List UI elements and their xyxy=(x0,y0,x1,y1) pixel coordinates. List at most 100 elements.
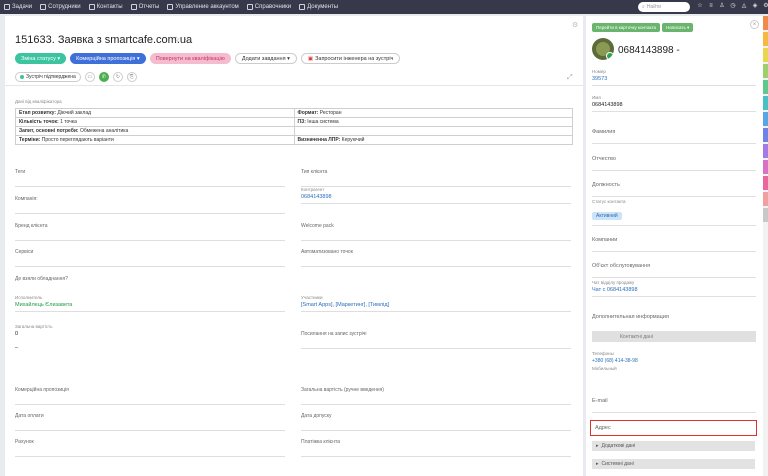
company-field[interactable]: Компанія: xyxy=(15,192,285,214)
extra-data-section[interactable]: ▸ Додаткові дані xyxy=(592,441,755,451)
add-task-button[interactable]: Додати завдання ▾ xyxy=(234,53,297,64)
settings-icon[interactable]: ⚙ xyxy=(763,2,768,10)
phone-icon[interactable]: ✆ xyxy=(98,72,109,82)
nav-item-3[interactable]: Отчеты xyxy=(127,4,164,10)
gear-icon[interactable]: ⚙ xyxy=(572,21,578,29)
position-label: Должность xyxy=(592,182,620,188)
open-contact-card-button[interactable]: Перейти в карточку контакта xyxy=(592,23,661,32)
color-tab-8[interactable] xyxy=(763,144,768,158)
comment-icon[interactable]: ▭ xyxy=(84,72,95,82)
equipment-field[interactable]: Де взяли обладнання? xyxy=(15,272,285,282)
color-tab-6[interactable] xyxy=(763,112,768,126)
tags-field[interactable]: Теги xyxy=(15,165,285,187)
address-label: Адрес xyxy=(595,425,611,431)
total-manual-field[interactable]: Загальна вартість (ручне введення) xyxy=(301,383,571,405)
search-box[interactable]: ⌕ Найти xyxy=(638,2,690,12)
telephone-field: Телефоны +380 (68) 414-38-98 Мобильный xyxy=(592,351,756,371)
color-tab-3[interactable] xyxy=(763,64,768,78)
nav-item-label: Справочники xyxy=(254,4,292,10)
color-tab-5[interactable] xyxy=(763,96,768,110)
service-object-field[interactable]: Об'єкт обслуговування xyxy=(592,263,756,278)
automated-field[interactable]: Автоматизовано точок xyxy=(301,245,571,267)
system-data-section[interactable]: ▸ Системні дані xyxy=(592,459,755,469)
nav-item-2[interactable]: Контакты xyxy=(85,4,127,10)
qualification-table: Етап розвитку: Діючий заклад Формат: Рест… xyxy=(15,108,573,145)
star-icon[interactable]: ☆ xyxy=(697,2,703,10)
nav-item-0[interactable]: Задачи xyxy=(0,4,36,10)
tasks-icon xyxy=(4,4,10,10)
close-icon[interactable]: × xyxy=(750,20,759,29)
request-engineer-button[interactable]: ▣ Запросити інженера на зустріч xyxy=(300,53,401,64)
participants-value[interactable]: [Smart Apps], [Маркетинг], [Тимлід] xyxy=(301,302,571,308)
color-tab-12[interactable] xyxy=(763,208,768,222)
nav-item-6[interactable]: Документы xyxy=(295,4,342,10)
executor-value[interactable]: Михайлець Єлизавета xyxy=(15,302,285,308)
color-tab-4[interactable] xyxy=(763,80,768,94)
links-field[interactable]: Посилання на запис зустрічі xyxy=(301,327,571,349)
position-field[interactable]: Должность xyxy=(592,182,756,197)
welcome-field[interactable]: Welcome pack xyxy=(301,219,571,241)
email-field[interactable]: E-mail xyxy=(592,398,756,413)
table-row: Терміни: Просто переглядають варіанти Виз… xyxy=(15,135,573,145)
more-icon[interactable]: ⋯ xyxy=(184,35,192,44)
color-tab-1[interactable] xyxy=(763,32,768,46)
user-icon[interactable]: ♙ xyxy=(719,2,725,10)
participants-field[interactable]: Участники [Smart Apps], [Маркетинг], [Ти… xyxy=(301,290,571,312)
color-tab-11[interactable] xyxy=(763,192,768,206)
menu-icon[interactable]: ≡ xyxy=(708,2,714,10)
additional-info[interactable]: Дополнительная информация xyxy=(592,314,756,320)
color-tab-10[interactable] xyxy=(763,176,768,190)
layers-icon[interactable]: ◈ xyxy=(752,2,758,10)
contact-status-field[interactable]: Статус контакта Активний xyxy=(592,199,756,226)
table-row: Кількість точок: 1 точка ПЗ: Інша система xyxy=(15,117,573,127)
color-tab-0[interactable] xyxy=(763,16,768,30)
status-chip[interactable]: Зустріч підтверджена xyxy=(15,72,81,82)
attach-icon[interactable]: ⎘ xyxy=(126,72,137,82)
counterparty-field[interactable]: Контрагент 0684143898 xyxy=(301,182,571,204)
clock-icon[interactable]: ◷ xyxy=(730,2,736,10)
refresh-icon[interactable]: ↻ xyxy=(112,72,123,82)
color-tab-2[interactable] xyxy=(763,48,768,62)
return-qualification-button[interactable]: Повернути на кваліфікацію xyxy=(149,53,231,64)
brand-field[interactable]: Бренд клієнта xyxy=(15,219,285,241)
nav-item-1[interactable]: Сотрудники xyxy=(36,4,85,10)
surname-field[interactable]: Фамилия xyxy=(592,129,756,144)
telephone-value[interactable]: +380 (68) 414-38-98 xyxy=(592,358,756,364)
number-value[interactable]: 39573 xyxy=(592,76,756,82)
request-engineer-label: Запросити інженера на зустріч xyxy=(315,55,394,62)
status-badge[interactable]: Активний xyxy=(592,212,622,220)
pay-date-field[interactable]: Дата оплати xyxy=(15,409,285,431)
companies-field[interactable]: Компании xyxy=(592,237,756,252)
access-date-field[interactable]: Дата допуску xyxy=(301,409,571,431)
sale-chat-link[interactable]: Чат с 0684143898 xyxy=(592,287,756,293)
services-field[interactable]: Сервіси xyxy=(15,245,285,267)
total-manual-label: Загальна вартість (ручне введення) xyxy=(301,387,384,393)
companies-label: Компании xyxy=(592,237,618,243)
contact-data-button[interactable]: Контактні дані xyxy=(592,331,756,342)
star-icon[interactable]: ☆ xyxy=(173,35,180,44)
automated-label: Автоматизовано точок xyxy=(301,249,353,255)
invoice-field[interactable]: Рахунок xyxy=(15,435,285,457)
counterparty-value[interactable]: 0684143898 xyxy=(301,194,571,200)
platform-field[interactable]: Платіжка клієнта xyxy=(301,435,571,457)
proposal-button[interactable]: Комерційна пропозиція ▾ xyxy=(70,53,146,64)
patronymic-field[interactable]: Отчество xyxy=(592,156,756,171)
color-tab-9[interactable] xyxy=(763,160,768,174)
contact-sidebar: Перейти в карточку контакта Написать ▾ ×… xyxy=(586,16,763,476)
search-placeholder: Найти xyxy=(646,4,662,10)
write-button[interactable]: Написать ▾ xyxy=(662,23,694,32)
sale-chat-field: Чат відділу продажу Чат с 0684143898 xyxy=(592,280,756,297)
color-tab-7[interactable] xyxy=(763,128,768,142)
change-status-button[interactable]: Зміна статусу ▾ xyxy=(15,53,67,64)
commercial-field[interactable]: Комерційна пропозиція xyxy=(15,383,285,405)
cell-value: Діючий заклад xyxy=(55,110,92,116)
deal-panel: ⚙ 151633. Заявка з smartcafe.com.ua ☆ ⋯ … xyxy=(5,16,583,476)
address-field[interactable]: Адрес xyxy=(590,420,757,436)
bell-icon[interactable]: ◬ xyxy=(741,2,747,10)
expand-icon[interactable]: ⤢ xyxy=(567,74,573,82)
total-field: Загальна вартість 0 – xyxy=(15,319,285,351)
executor-field[interactable]: Исполнитель Михайлець Єлизавета xyxy=(15,290,285,312)
nav-item-5[interactable]: Справочники xyxy=(243,4,295,10)
nav-item-4[interactable]: Управление аккаунтом xyxy=(163,4,242,10)
name-field[interactable]: Имя 0684143898 xyxy=(592,95,756,112)
